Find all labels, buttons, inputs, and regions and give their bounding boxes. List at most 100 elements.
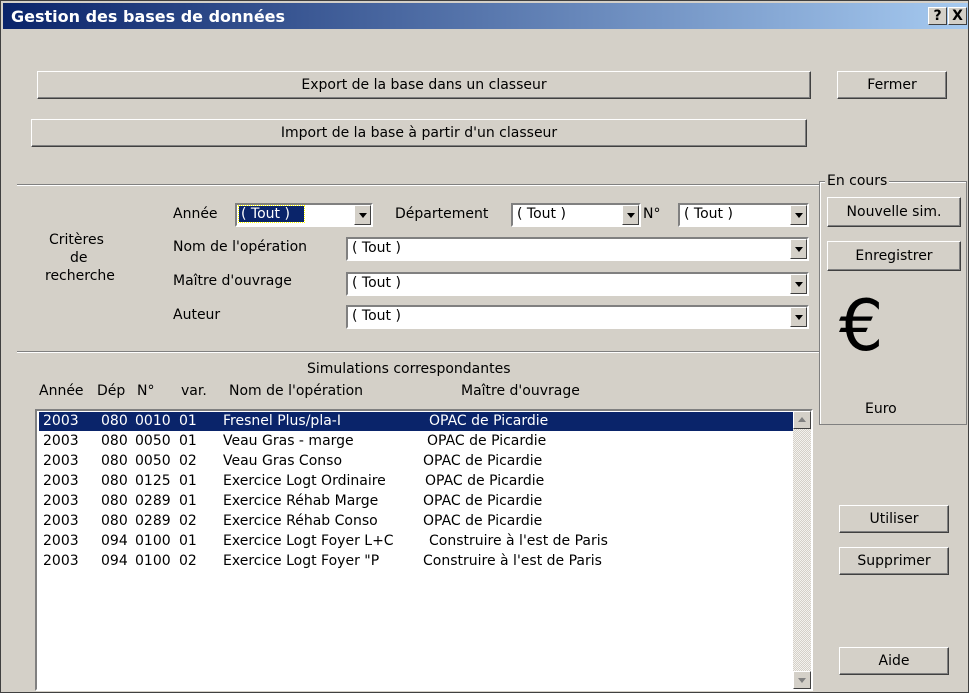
- cell-maitre: OPAC de Picardie: [423, 453, 543, 469]
- column-header-annee: Année: [39, 383, 84, 399]
- cell-nom: Veau Gras - marge: [223, 433, 354, 449]
- numero-label: N°: [643, 206, 661, 222]
- auteur-combo[interactable]: ( Tout ): [346, 305, 809, 329]
- cell-num: 0125: [135, 473, 171, 489]
- aide-button[interactable]: Aide: [839, 647, 949, 675]
- cell-annee: 2003: [43, 453, 79, 469]
- column-header-var: var.: [181, 383, 207, 399]
- departement-value: ( Tout ): [517, 206, 566, 222]
- maitre-ouvrage-value: ( Tout ): [352, 275, 401, 291]
- scroll-up-icon[interactable]: [793, 411, 811, 429]
- cell-nom: Exercice Logt Foyer "P: [223, 553, 380, 569]
- chevron-down-icon[interactable]: [790, 307, 807, 327]
- list-item[interactable]: 2003 080 0289 01 Exercice Réhab Marge OPAC de…: [39, 492, 793, 511]
- chevron-down-icon[interactable]: [622, 205, 639, 225]
- cell-maitre: Construire à l'est de Paris: [423, 553, 602, 569]
- title-bar[interactable]: Gestion des bases de données ? X: [3, 3, 968, 29]
- maitre-ouvrage-combo[interactable]: ( Tout ): [346, 272, 809, 296]
- nom-operation-label: Nom de l'opération: [173, 239, 308, 255]
- cell-annee: 2003: [43, 473, 79, 489]
- nom-operation-combo[interactable]: ( Tout ): [346, 237, 809, 261]
- numero-value: ( Tout ): [684, 206, 733, 222]
- cell-annee: 2003: [43, 493, 79, 509]
- import-button[interactable]: Import de la base à partir d'un classeur: [31, 119, 807, 147]
- cell-var: 01: [179, 473, 197, 489]
- cell-nom: Exercice Logt Foyer L+C: [223, 533, 394, 549]
- cell-maitre: OPAC de Picardie: [423, 493, 543, 509]
- departement-label: Département: [395, 206, 489, 222]
- dialog-window: Gestion des bases de données ? X Export …: [0, 0, 969, 693]
- cell-var: 01: [179, 433, 197, 449]
- annee-combo[interactable]: ( Tout ): [235, 203, 373, 227]
- auteur-label: Auteur: [173, 307, 221, 323]
- list-item[interactable]: 2003 094 0100 02 Exercice Logt Foyer "P Const…: [39, 552, 793, 571]
- maitre-ouvrage-label: Maître d'ouvrage: [173, 273, 292, 289]
- cell-annee: 2003: [43, 513, 79, 529]
- results-title: Simulations correspondantes: [307, 361, 511, 377]
- cell-var: 02: [179, 453, 197, 469]
- auteur-value: ( Tout ): [352, 308, 401, 324]
- list-item[interactable]: 2003 080 0050 01 Veau Gras - marge OPAC de Pi…: [39, 432, 793, 451]
- cell-nom: Exercice Logt Ordinaire: [223, 473, 386, 489]
- separator-top: [17, 184, 819, 186]
- export-button[interactable]: Export de la base dans un classeur: [37, 71, 811, 99]
- list-item[interactable]: 2003 080 0010 01 Fresnel Plus/pla-I OPAC de P…: [39, 412, 793, 431]
- cell-var: 02: [179, 553, 197, 569]
- help-button[interactable]: ?: [928, 7, 947, 25]
- cell-maitre: Construire à l'est de Paris: [429, 533, 608, 549]
- close-window-button[interactable]: X: [948, 7, 967, 25]
- cell-var: 01: [179, 413, 197, 429]
- cell-dep: 080: [101, 493, 128, 509]
- vertical-scrollbar[interactable]: [793, 411, 811, 689]
- cell-nom: Exercice Réhab Marge: [223, 493, 379, 509]
- fermer-button[interactable]: Fermer: [837, 71, 947, 99]
- column-header-maitre: Maître d'ouvrage: [461, 383, 580, 399]
- cell-dep: 080: [101, 513, 128, 529]
- utiliser-button[interactable]: Utiliser: [839, 505, 949, 533]
- euro-icon: €: [839, 285, 884, 367]
- separator-middle: [17, 351, 819, 353]
- column-header-num: N°: [137, 383, 155, 399]
- departement-combo[interactable]: ( Tout ): [511, 203, 641, 227]
- cell-maitre: OPAC de Picardie: [429, 413, 549, 429]
- nom-operation-value: ( Tout ): [352, 240, 401, 256]
- nouvelle-sim-button[interactable]: Nouvelle sim.: [827, 197, 961, 227]
- cell-num: 0289: [135, 493, 171, 509]
- list-item[interactable]: 2003 080 0125 01 Exercice Logt Ordinaire OPAC…: [39, 472, 793, 491]
- criteria-label-line1: Critères: [49, 232, 104, 248]
- cell-dep: 080: [101, 473, 128, 489]
- chevron-down-icon[interactable]: [790, 205, 807, 225]
- cell-var: 01: [179, 533, 197, 549]
- cell-annee: 2003: [43, 413, 79, 429]
- column-header-dep: Dép: [97, 383, 126, 399]
- enregistrer-button[interactable]: Enregistrer: [827, 241, 961, 271]
- chevron-down-icon[interactable]: [790, 274, 807, 294]
- annee-value: ( Tout ): [238, 205, 305, 223]
- cell-nom: Veau Gras Conso: [223, 453, 343, 469]
- cell-annee: 2003: [43, 433, 79, 449]
- cell-num: 0010: [135, 413, 171, 429]
- annee-label: Année: [173, 206, 218, 222]
- cell-annee: 2003: [43, 553, 79, 569]
- list-item[interactable]: 2003 080 0289 02 Exercice Réhab Conso OPAC de…: [39, 512, 793, 531]
- chevron-down-icon[interactable]: [354, 205, 371, 225]
- list-item[interactable]: 2003 094 0100 01 Exercice Logt Foyer L+C Cons…: [39, 532, 793, 551]
- cell-dep: 080: [101, 413, 128, 429]
- numero-combo[interactable]: ( Tout ): [678, 203, 809, 227]
- supprimer-button[interactable]: Supprimer: [839, 547, 949, 575]
- cell-maitre: OPAC de Picardie: [425, 473, 545, 489]
- cell-annee: 2003: [43, 533, 79, 549]
- cell-var: 01: [179, 493, 197, 509]
- cell-nom: Exercice Réhab Conso: [223, 513, 378, 529]
- simulations-list[interactable]: 2003 080 0010 01 Fresnel Plus/pla-I OPAC de P…: [35, 409, 813, 691]
- list-item[interactable]: 2003 080 0050 02 Veau Gras Conso OPAC de Pica…: [39, 452, 793, 471]
- cell-dep: 080: [101, 453, 128, 469]
- cell-dep: 094: [101, 553, 128, 569]
- scroll-down-icon[interactable]: [793, 671, 811, 689]
- criteria-label-line2: de: [70, 250, 88, 266]
- chevron-down-icon[interactable]: [790, 239, 807, 259]
- window-title: Gestion des bases de données: [11, 7, 286, 26]
- cell-dep: 080: [101, 433, 128, 449]
- euro-label: Euro: [865, 401, 897, 417]
- cell-num: 0100: [135, 533, 171, 549]
